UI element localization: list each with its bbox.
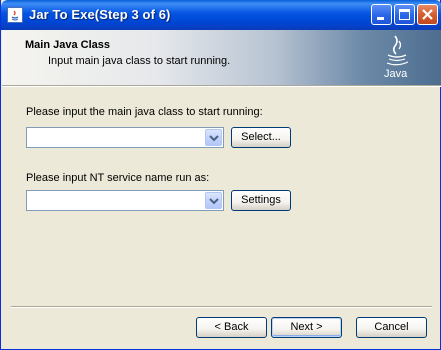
header-divider: [2, 85, 441, 87]
main-class-combo[interactable]: [26, 127, 224, 148]
maximize-icon: [399, 9, 410, 20]
page-title: Main Java Class: [25, 39, 110, 51]
main-class-label: Please input the main java class to star…: [26, 106, 263, 118]
svg-text:Java: Java: [384, 68, 408, 80]
page-subtitle: Input main java class to start running.: [48, 55, 231, 67]
settings-button[interactable]: Settings: [231, 190, 291, 211]
minimize-button[interactable]: [371, 4, 392, 25]
title-bar[interactable]: Jar To Exe(Step 3 of 6): [1, 0, 441, 30]
window-title: Jar To Exe(Step 3 of 6): [29, 7, 171, 22]
select-button[interactable]: Select...: [231, 127, 291, 148]
service-label: Please input NT service name run as:: [26, 172, 210, 184]
service-name-dropdown-button[interactable]: [205, 192, 222, 209]
next-button[interactable]: Next >: [271, 317, 342, 338]
wizard-header: Main Java Class Input main java class to…: [2, 30, 441, 85]
wizard-window: Jar To Exe(Step 3 of 6) Main Java Class …: [0, 0, 441, 350]
back-button[interactable]: < Back: [196, 317, 267, 338]
cancel-button[interactable]: Cancel: [356, 317, 427, 338]
chevron-down-icon: [209, 135, 219, 142]
close-button[interactable]: [417, 4, 438, 25]
java-app-icon: [7, 7, 23, 23]
maximize-button[interactable]: [394, 4, 415, 25]
minimize-icon: [377, 17, 384, 20]
chevron-down-icon: [209, 198, 219, 205]
service-name-combo[interactable]: [26, 190, 224, 211]
main-class-dropdown-button[interactable]: [205, 129, 222, 146]
java-logo-icon: Java: [384, 35, 409, 80]
close-icon: [422, 9, 433, 20]
footer-divider: [11, 306, 432, 308]
